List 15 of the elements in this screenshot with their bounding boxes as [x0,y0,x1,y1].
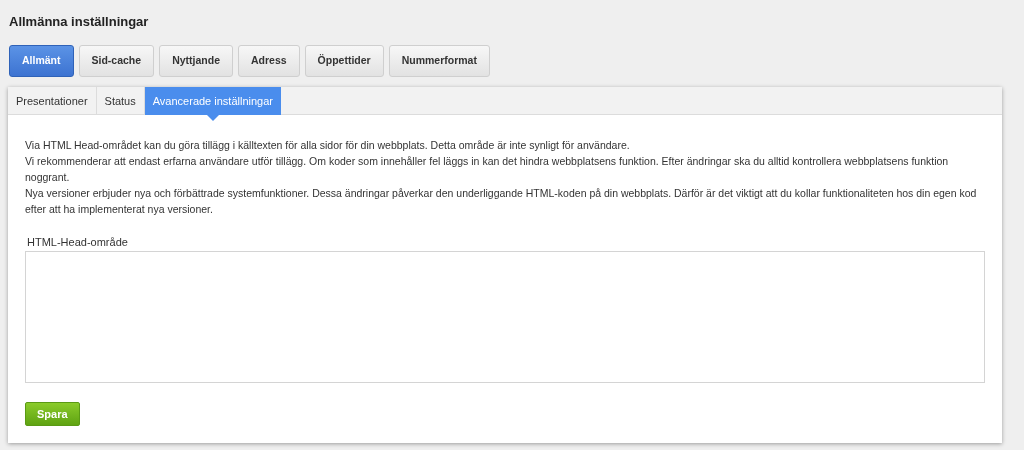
tab[interactable]: Nyttjande [159,45,233,77]
description-paragraph: Nya versioner erbjuder nya och förbättrade systemfunktioner. Dessa ändringar påverkar den underliggande HTML-koden på din webbplats. Därför är det viktigt att du kollar funktionaliteten hos din egen kod efter att ha implementerat nya versioner. [25,186,978,217]
sub-tab[interactable]: Presentationer [8,87,97,115]
field-label: HTML-Head-område [27,235,129,250]
html-head-field[interactable] [25,251,985,383]
page-title: Allmänna inställningar [9,14,150,30]
sub-tab[interactable]: Status [96,87,145,115]
tab[interactable]: Allmänt [9,45,74,77]
tab-pointer-icon [206,115,219,121]
description-paragraph: Via HTML Head-området kan du göra tillägg i källtexten för alla sidor för din webbplats. Detta område är inte synligt för användare. [25,138,631,153]
tab[interactable]: Adress [237,45,300,77]
tab[interactable]: Sid-cache [78,45,155,77]
description-paragraph: Vi rekommenderar att endast erfarna användare utför tillägg. Om koder som innehåller fel läggs in kan det hindra webbplatsens funktion. Efter ändringar ska du alltid kontrollera webbplatsens funktion noggrant. [25,154,950,185]
tab[interactable]: Öppettider [304,45,384,77]
tab[interactable]: Nummerformat [388,45,490,77]
